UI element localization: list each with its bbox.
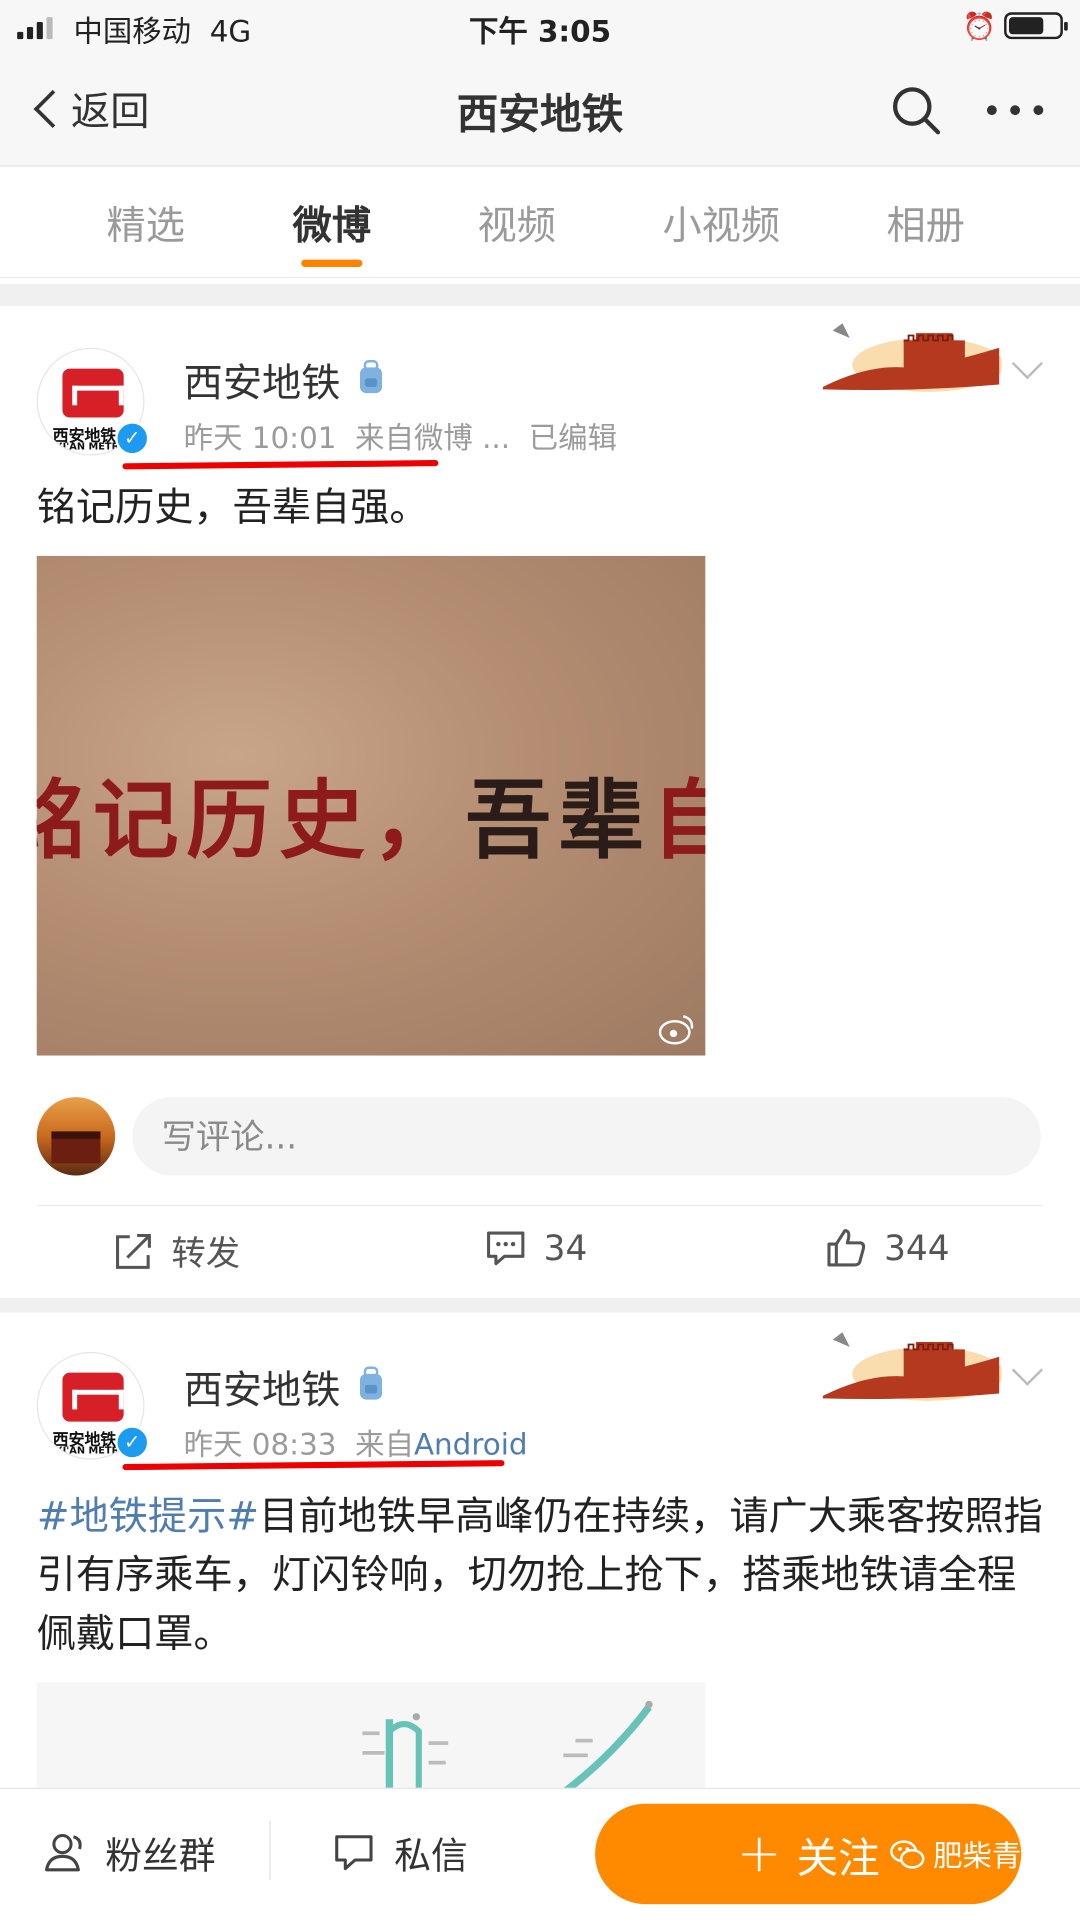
repost-button[interactable]: 转发 (113, 1227, 240, 1276)
user-name[interactable]: 西安地铁 (184, 1359, 341, 1415)
status-time: 下午 3:05 (468, 14, 612, 49)
fan-group-label: 粉丝群 (105, 1835, 216, 1879)
message-button[interactable]: 私信 (333, 1826, 468, 1880)
back-button[interactable]: 返回 (24, 81, 149, 137)
post-source[interactable]: 微博 ... (414, 421, 510, 455)
post-text: 铭记历史，吾辈自强。 (36, 483, 429, 531)
chevron-down-icon[interactable] (1011, 348, 1043, 380)
search-icon[interactable] (889, 83, 943, 137)
post-time: 昨天 10:01 (183, 421, 337, 456)
wechat-watermark: 肥柴青年 (889, 1832, 1051, 1875)
tab-short-video[interactable]: 小视频 (662, 195, 780, 251)
status-bar: 中国移动 4G 下午 3:05 ⏰ (0, 0, 1080, 54)
post-image[interactable] (36, 1682, 706, 1793)
tab-video[interactable]: 视频 (478, 195, 556, 251)
chevron-left-icon (33, 89, 72, 129)
wechat-icon (890, 1839, 925, 1868)
verified-icon: ✓ (115, 1425, 150, 1460)
watermark-text: 肥柴青年 (933, 1839, 1051, 1874)
image-calligraphy: 铭记历史，吾辈自强 (36, 768, 706, 871)
like-button[interactable]: 344 (825, 1227, 950, 1269)
comment-button[interactable]: 34 (485, 1227, 587, 1269)
screen: 中国移动 4G 下午 3:05 ⏰ 返回 西安地铁 精选 微博 视频 小视频 相… (0, 0, 1080, 1920)
vip-backpack-icon (360, 1366, 383, 1400)
nav-bar: 返回 西安地铁 (0, 53, 1080, 167)
hashtag-link[interactable]: #地铁提示# (37, 1493, 259, 1540)
plus-icon: + (736, 1822, 782, 1885)
great-wall-badge-icon (822, 1332, 1002, 1401)
comment-icon (487, 1231, 525, 1266)
my-avatar[interactable] (36, 1097, 116, 1176)
chevron-down-icon[interactable] (1011, 1354, 1043, 1386)
message-label: 私信 (394, 1835, 468, 1879)
more-icon[interactable] (982, 86, 1048, 135)
annotation-underline (122, 1460, 505, 1471)
fans-icon (45, 1833, 82, 1872)
tab-featured[interactable]: 精选 (107, 195, 185, 251)
post-time: 昨天 08:33 (183, 1427, 337, 1463)
message-icon (335, 1835, 373, 1871)
alarm-icon: ⏰ (962, 12, 997, 43)
weibo-watermark-icon (658, 1015, 694, 1045)
post-source-prefix: 来自 (355, 421, 414, 456)
repost-label: 转发 (171, 1233, 241, 1274)
profile-tabs: 精选 微博 视频 小视频 相册 (0, 167, 1080, 278)
post-meta: 昨天 08:33 来自Android (184, 1420, 528, 1463)
follow-label: 关注 (796, 1833, 880, 1883)
share-icon (116, 1233, 151, 1269)
comment-input[interactable] (132, 1097, 1041, 1176)
section-divider (0, 284, 1080, 307)
great-wall-badge-icon (822, 323, 1002, 392)
edited-label: 已编辑 (528, 421, 617, 456)
battery-icon (1004, 12, 1068, 40)
tab-weibo[interactable]: 微博 (293, 195, 371, 251)
fan-group-button[interactable]: 粉丝群 (44, 1826, 216, 1880)
section-divider (0, 1297, 1080, 1313)
post-source-prefix: 来自 (355, 1427, 414, 1463)
verified-icon: ✓ (115, 421, 150, 456)
post-source[interactable]: Android (414, 1428, 528, 1462)
divider (36, 1204, 1044, 1207)
post-meta: 昨天 10:01 来自微博 ... 已编辑 (184, 414, 617, 457)
like-count: 344 (884, 1227, 950, 1268)
tab-album[interactable]: 相册 (887, 195, 965, 251)
post-text: #地铁提示#目前地铁早高峰仍在持续，请广大乘客按照指引有序乘车，灯闪铃响，切勿抢… (37, 1487, 1046, 1663)
comment-count: 34 (543, 1227, 588, 1268)
metro-logo (62, 368, 124, 418)
subway-map-icon (362, 1700, 653, 1793)
metro-logo (62, 1372, 124, 1422)
active-tab-indicator (301, 259, 363, 267)
user-name[interactable]: 西安地铁 (184, 353, 341, 409)
bottom-divider (269, 1820, 271, 1880)
annotation-underline (122, 459, 439, 470)
back-label: 返回 (71, 88, 150, 135)
vip-backpack-icon (360, 360, 383, 394)
thumbs-up-icon (827, 1229, 866, 1267)
post-image[interactable]: 铭记历史，吾辈自强 (36, 555, 706, 1056)
